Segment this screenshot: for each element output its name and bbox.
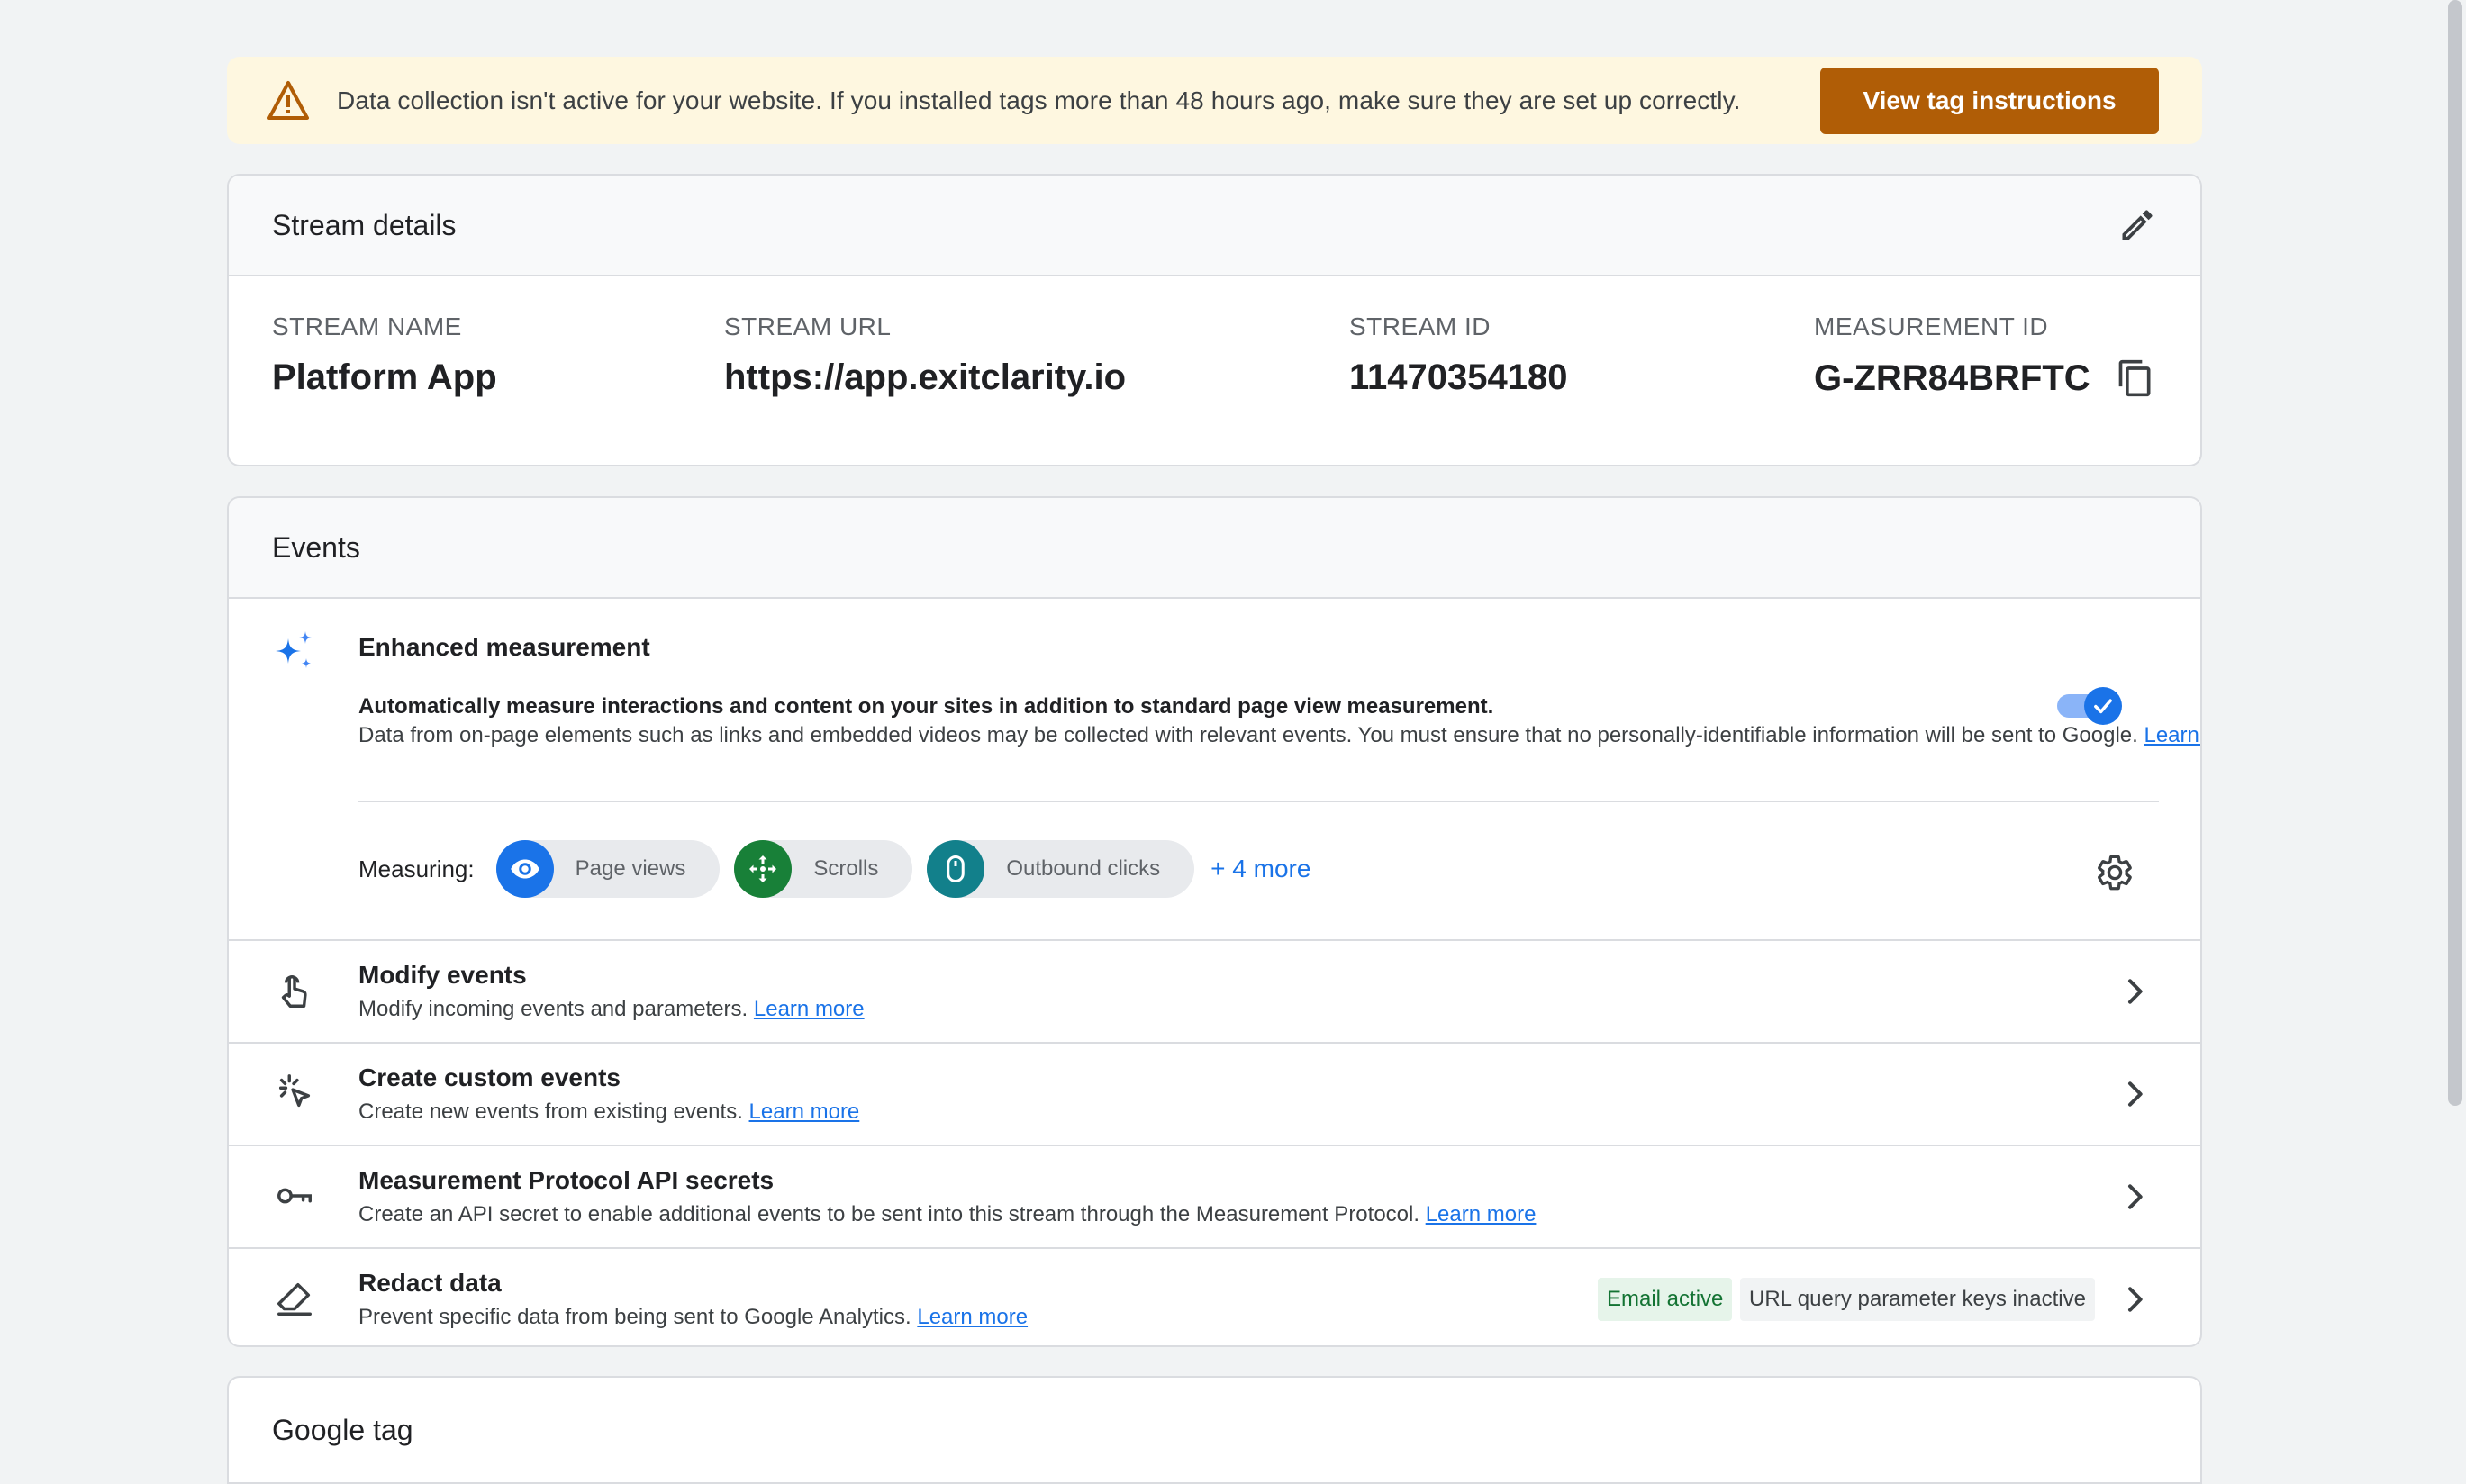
learn-more-link[interactable]: Learn more xyxy=(917,1305,1028,1329)
row-subtitle: Prevent specific data from being sent to… xyxy=(358,1305,1028,1330)
mouse-icon xyxy=(927,840,985,898)
google-tag-title: Google tag xyxy=(272,1414,413,1446)
toggle-knob xyxy=(2084,687,2122,725)
chip-outbound-clicks: Outbound clicks xyxy=(927,840,1195,898)
eraser-icon xyxy=(277,1282,312,1316)
row-subtitle-text: Create new events from existing events. xyxy=(358,1099,743,1124)
measuring-chips: Measuring: Page views Scrolls Outbound c… xyxy=(358,840,1310,898)
section-divider xyxy=(358,801,2159,802)
email-active-badge: Email active xyxy=(1598,1278,1733,1321)
chevron-right-icon xyxy=(2128,979,2143,1004)
stream-details-header: Stream details xyxy=(229,176,2200,276)
stream-url-value: https://app.exitclarity.io xyxy=(724,357,1126,397)
modify-events-row[interactable]: Modify events Modify incoming events and… xyxy=(229,941,2200,1044)
learn-more-link[interactable]: Learn more xyxy=(1426,1202,1537,1226)
chip-label: Page views xyxy=(575,856,686,881)
stream-details-fields: STREAM NAME Platform App STREAM URL http… xyxy=(229,276,2200,462)
enhanced-measurement-detail-text: Data from on-page elements such as links… xyxy=(358,723,2138,747)
stream-url-field: STREAM URL https://app.exitclarity.io xyxy=(724,312,1126,398)
row-subtitle-text: Modify incoming events and parameters. xyxy=(358,997,748,1021)
google-tag-card: Google tag xyxy=(227,1376,2202,1484)
stream-name-label: STREAM NAME xyxy=(272,312,462,340)
page-scrollbar-thumb[interactable] xyxy=(2448,0,2462,1106)
enhanced-measurement-title: Enhanced measurement xyxy=(358,633,650,661)
events-title: Events xyxy=(272,530,360,564)
learn-more-link[interactable]: Learn more xyxy=(754,997,865,1021)
chip-label: Outbound clicks xyxy=(1006,856,1161,881)
row-subtitle: Modify incoming events and parameters. L… xyxy=(358,997,865,1022)
warning-triangle-icon xyxy=(267,80,309,120)
enhanced-measurement-summary: Automatically measure interactions and c… xyxy=(358,694,1494,719)
measurement-id-value: G-ZRR84BRFTC xyxy=(1814,357,2090,398)
row-subtitle-text: Create an API secret to enable additiona… xyxy=(358,1202,1420,1226)
chevron-right-icon xyxy=(2128,1287,2143,1312)
copy-icon[interactable] xyxy=(2116,357,2155,399)
checkmark-icon xyxy=(2094,699,2112,714)
measurement-id-field: MEASUREMENT ID G-ZRR84BRFTC xyxy=(1814,312,2155,399)
sparkle-icon xyxy=(276,631,312,668)
row-title: Redact data xyxy=(358,1269,502,1297)
eye-icon xyxy=(495,840,554,898)
row-title: Create custom events xyxy=(358,1063,621,1091)
stream-name-field: STREAM NAME Platform App xyxy=(272,312,497,398)
stream-details-title: Stream details xyxy=(272,208,457,241)
enhanced-measurement-learn-more-link[interactable]: Learn more xyxy=(2144,723,2200,747)
click-sparkle-icon xyxy=(278,1074,311,1108)
stream-id-field: STREAM ID 11470354180 xyxy=(1349,312,1568,398)
stream-url-label: STREAM URL xyxy=(724,312,892,340)
page-scrollbar-track[interactable] xyxy=(2444,0,2466,1444)
touch-hand-icon xyxy=(281,975,307,1008)
more-measurements-link[interactable]: + 4 more xyxy=(1210,855,1310,883)
pencil-icon[interactable] xyxy=(2117,205,2157,245)
events-header: Events xyxy=(229,498,2200,599)
stream-details-card: Stream details STREAM NAME Platform App … xyxy=(227,174,2202,466)
measurement-protocol-api-secrets-row[interactable]: Measurement Protocol API secrets Create … xyxy=(229,1146,2200,1249)
row-subtitle: Create new events from existing events. … xyxy=(358,1099,859,1125)
enhanced-measurement-description: Data from on-page elements such as links… xyxy=(358,721,2200,750)
chevron-right-icon xyxy=(2128,1184,2143,1209)
chip-scrolls: Scrolls xyxy=(734,840,913,898)
scroll-arrows-icon xyxy=(734,840,793,898)
enhanced-measurement-toggle[interactable] xyxy=(2057,685,2122,725)
measuring-label: Measuring: xyxy=(358,855,475,882)
chip-page-views: Page views xyxy=(495,840,721,898)
redact-data-row[interactable]: Redact data Prevent specific data from b… xyxy=(229,1249,2200,1345)
chip-label: Scrolls xyxy=(813,856,879,881)
url-query-keys-inactive-badge: URL query parameter keys inactive xyxy=(1740,1278,2095,1321)
stream-id-label: STREAM ID xyxy=(1349,312,1491,340)
measurement-id-label: MEASUREMENT ID xyxy=(1814,312,2049,340)
enhanced-measurement-section: Enhanced measurement Automatically measu… xyxy=(229,599,2200,941)
learn-more-link[interactable]: Learn more xyxy=(749,1099,860,1124)
row-subtitle-text: Prevent specific data from being sent to… xyxy=(358,1305,911,1329)
warning-message: Data collection isn't active for your we… xyxy=(337,86,1741,114)
row-title: Modify events xyxy=(358,961,527,989)
key-icon xyxy=(277,1188,312,1204)
stream-id-value: 11470354180 xyxy=(1349,357,1568,397)
row-title: Measurement Protocol API secrets xyxy=(358,1166,775,1194)
chevron-right-icon xyxy=(2128,1081,2143,1107)
stream-name-value: Platform App xyxy=(272,357,497,397)
events-card: Events Enhanced measurement Automaticall… xyxy=(227,496,2202,1347)
row-subtitle: Create an API secret to enable additiona… xyxy=(358,1202,1536,1227)
view-tag-instructions-button[interactable]: View tag instructions xyxy=(1820,67,2159,134)
data-collection-warning-banner: Data collection isn't active for your we… xyxy=(227,57,2202,144)
gear-icon[interactable] xyxy=(2095,853,2135,892)
create-custom-events-row[interactable]: Create custom events Create new events f… xyxy=(229,1044,2200,1146)
